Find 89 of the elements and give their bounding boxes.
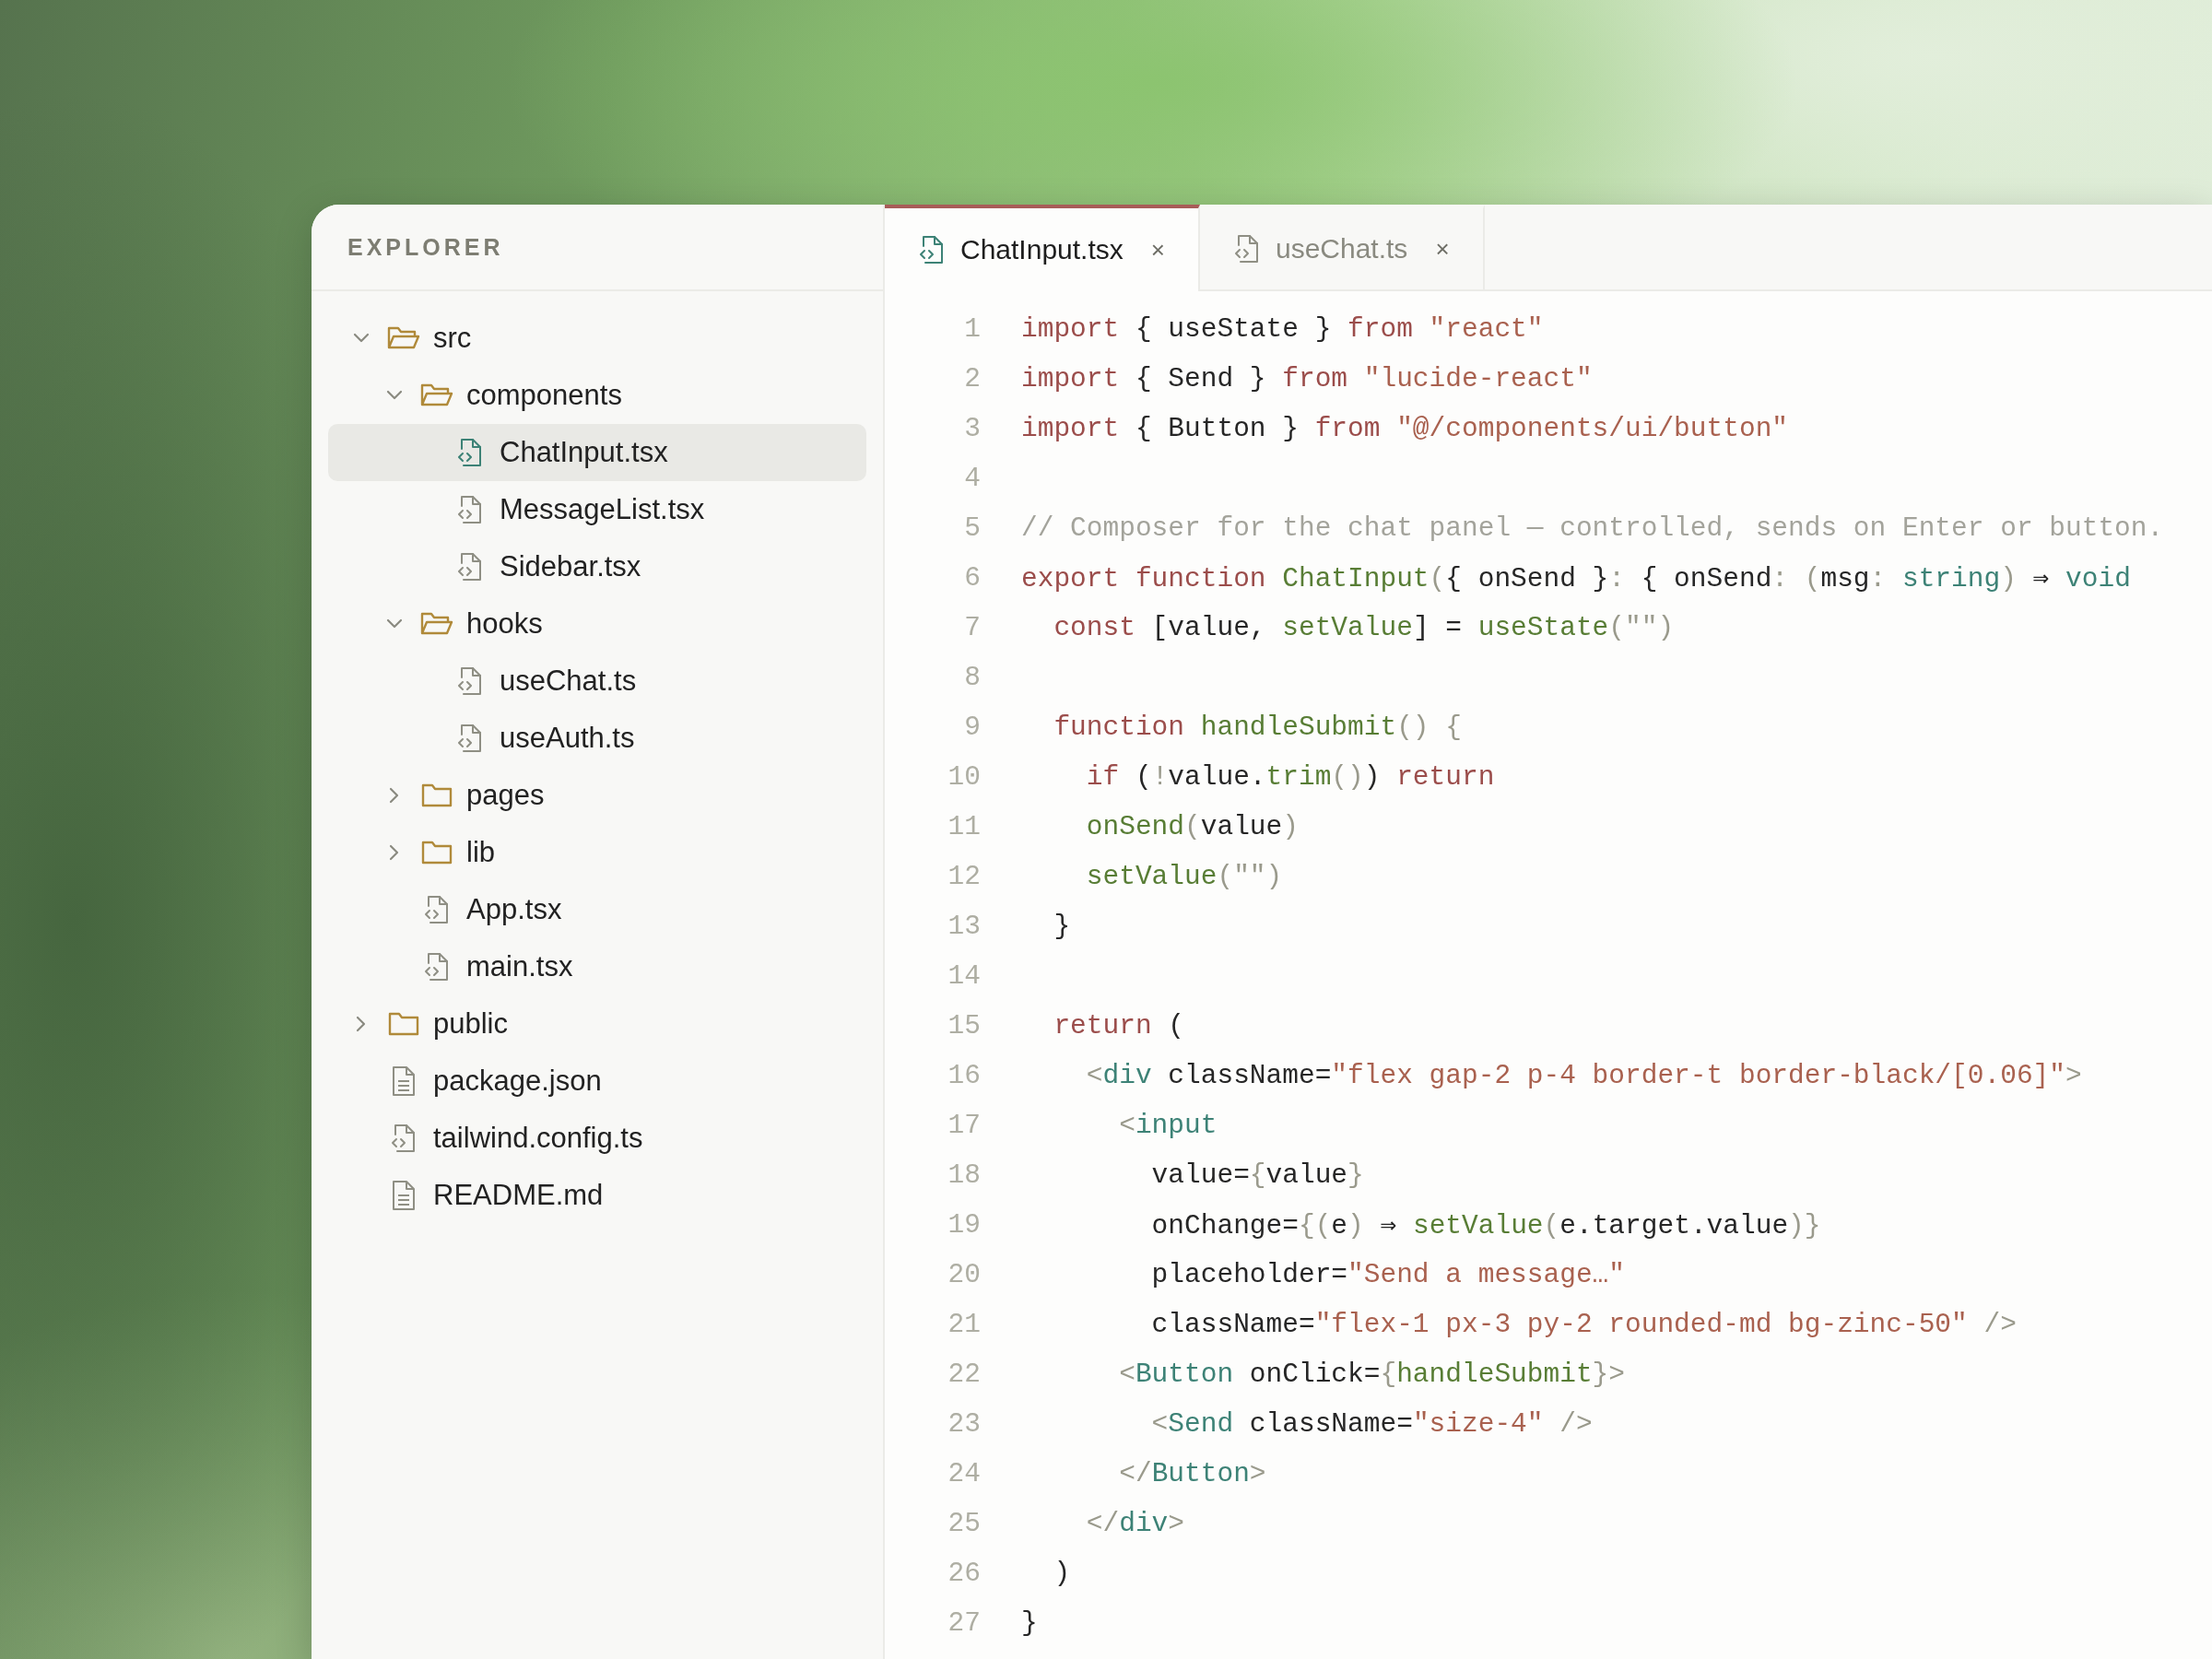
code-file-icon [456,723,484,754]
code-file-icon [456,437,484,468]
code-line: onChange={(e) ⇒ setValue(e.target.value)} [1150,1209,1821,1241]
file-item[interactable]: App.tsx [328,881,866,938]
line-number: 18 [947,1159,981,1191]
line-number: 8 [963,662,981,693]
line-number: 6 [963,562,981,594]
line-number: 13 [947,911,981,942]
line-number: 5 [963,512,981,544]
line-number: 23 [947,1408,981,1440]
code-line: return ( [1053,1010,1185,1041]
line-number: 21 [947,1309,981,1340]
folder-item[interactable]: hooks [328,595,866,653]
file-item[interactable]: MessageList.tsx [328,481,866,538]
close-icon[interactable]: × [1435,234,1450,264]
folder-item[interactable]: public [328,995,866,1053]
line-number: 27 [947,1607,981,1639]
code-file-icon [423,951,451,982]
code-file-icon [1232,233,1261,265]
code-file-icon [390,1123,418,1154]
line-number: 16 [947,1060,981,1091]
code-line: className="flex-1 px-3 py-2 rounded-md bg-zinc-50" /> [1150,1309,2017,1340]
line-number: 25 [947,1508,981,1539]
line-number: 12 [947,861,981,892]
line-number: 20 [947,1259,981,1290]
line-number: 4 [963,463,981,494]
line-number: 3 [963,413,981,444]
code-line: function handleSubmit() { [1053,712,1462,743]
code-line: </Button> [1118,1458,1266,1489]
code-line: import { Button } from "@/components/ui/button" [1021,413,1789,444]
code-line: <Button onClick={handleSubmit}> [1118,1359,1625,1390]
file-item[interactable]: Sidebar.tsx [328,538,866,595]
code-line: setValue("") [1085,861,1283,892]
editor-tab[interactable]: ChatInput.tsx × [885,205,1200,291]
open-folder-icon [420,382,453,408]
code-line: <Send className="size-4" /> [1150,1408,1593,1440]
code-line: <input [1118,1110,1218,1141]
code-line: ) [1053,1558,1071,1589]
open-folder-icon [420,611,453,637]
line-number: 26 [947,1558,981,1589]
file-item[interactable]: ChatInput.tsx [328,424,866,481]
line-number: 14 [947,960,981,992]
folder-icon [421,840,453,865]
code-line: import { useState } from "react" [1021,313,1544,345]
close-icon[interactable]: × [1150,235,1165,265]
code-line: } [1053,911,1071,942]
code-line: import { Send } from "lucide-react" [1021,363,1593,394]
folder-icon [421,782,453,808]
explorer-title: EXPLORER [347,233,504,261]
document-icon [391,1065,417,1097]
line-number: 19 [947,1209,981,1241]
code-line: if (!value.trim()) return [1085,761,1495,793]
open-folder-icon [387,325,420,351]
line-number: 1 [963,313,981,345]
code-file-icon [456,665,484,697]
code-file-icon [423,894,451,925]
file-item[interactable]: useAuth.ts [328,710,866,767]
code-file-icon [456,494,484,525]
line-number: 17 [947,1110,981,1141]
folder-item[interactable]: components [328,367,866,424]
folder-icon [388,1011,419,1037]
code-line: export function ChatInput({ onSend }: { onSend: (msg: string) ⇒ void [1021,562,2131,594]
document-icon [391,1180,417,1211]
line-number: 7 [963,612,981,643]
code-file-icon [456,551,484,582]
line-number: 2 [963,363,981,394]
code-line: } [1021,1607,1038,1639]
code-file-icon [918,234,946,265]
code-line: onSend(value) [1085,811,1299,842]
line-number: 22 [947,1359,981,1390]
file-item[interactable]: tailwind.config.ts [328,1110,866,1167]
line-number: 10 [947,761,981,793]
file-item[interactable]: useChat.ts [328,653,866,710]
line-number: 9 [963,712,981,743]
code-line: placeholder="Send a message…" [1150,1259,1625,1290]
code-line: value={value} [1150,1159,1364,1191]
folder-item[interactable]: src [328,310,866,367]
code-line: <div className="flex gap-2 p-4 border-t border-black/[0.06]"> [1085,1060,2082,1091]
folder-item[interactable]: pages [328,767,866,824]
code-line: // Composer for the chat panel — controlled, sends on Enter or button. [1021,512,2164,544]
line-number: 24 [947,1458,981,1489]
file-item[interactable]: README.md [328,1167,866,1224]
code-line: </div> [1085,1508,1185,1539]
file-item[interactable]: package.json [328,1053,866,1110]
line-number: 15 [947,1010,981,1041]
code-line: const [value, setValue] = useState("") [1053,612,1675,643]
line-number: 11 [947,811,981,842]
folder-item[interactable]: lib [328,824,866,881]
file-item[interactable]: main.tsx [328,938,866,995]
